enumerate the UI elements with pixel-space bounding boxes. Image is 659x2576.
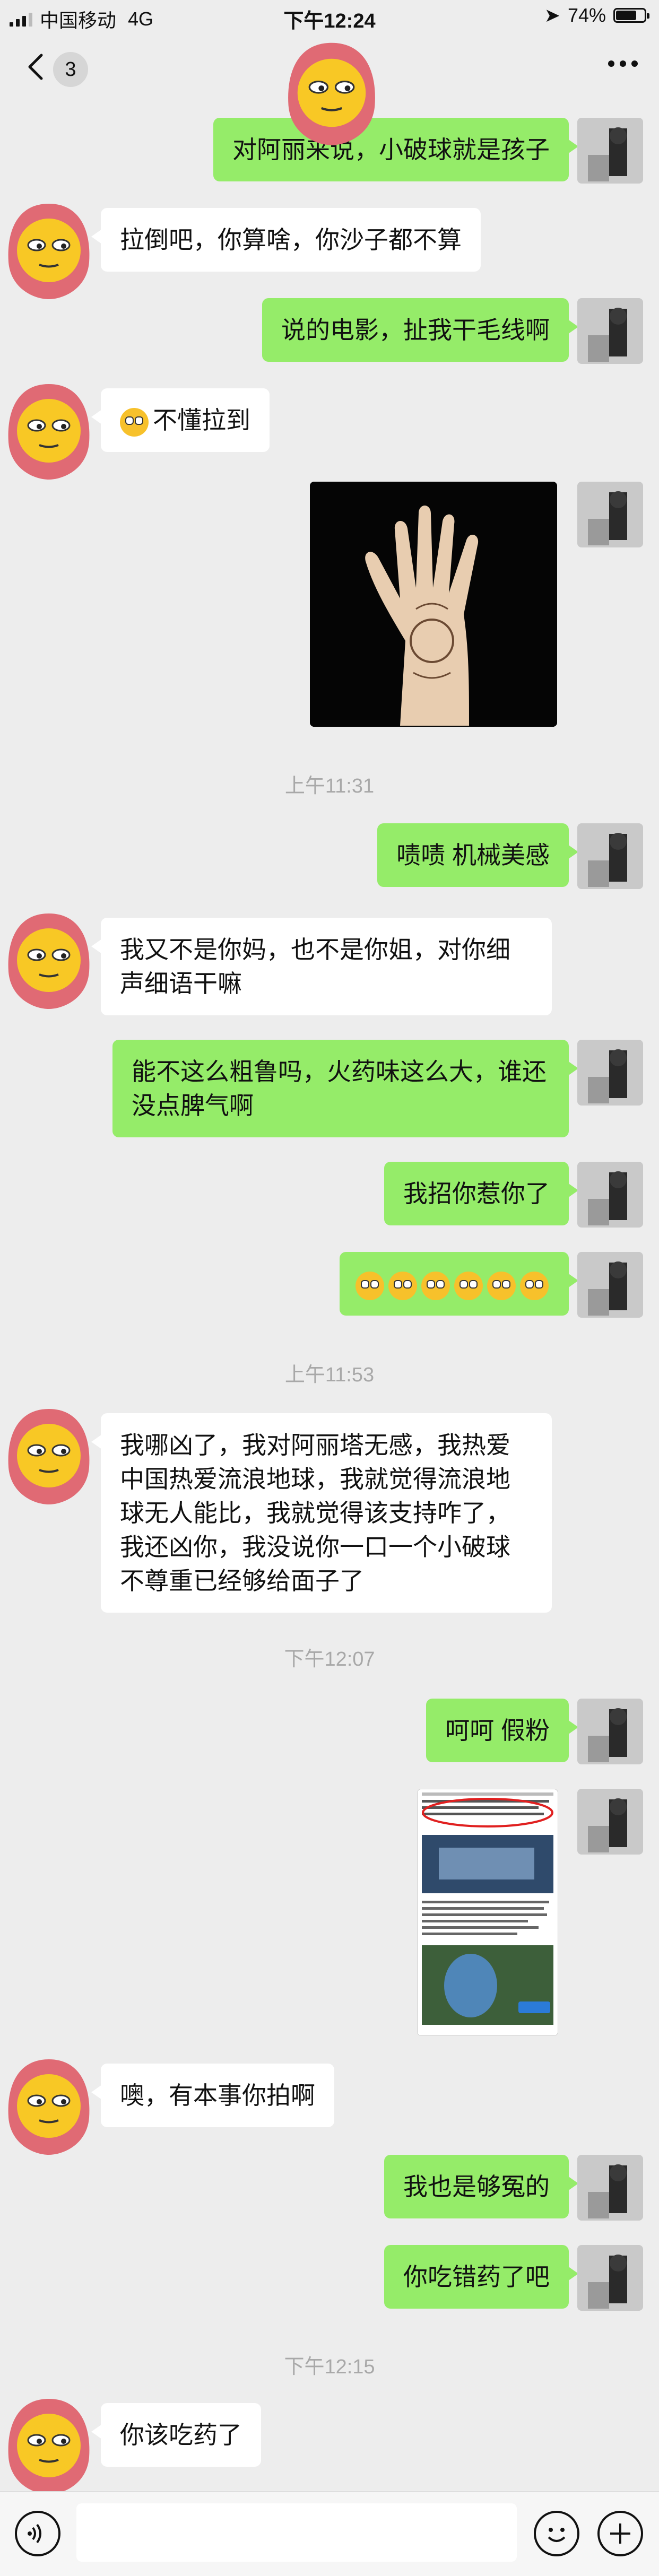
friend-avatar[interactable] (0, 379, 101, 483)
voice-icon[interactable] (15, 2511, 60, 2556)
my-message[interactable]: 能不这么粗鲁吗，火药味这么大，谁还没点脾气啊 (112, 1040, 578, 1137)
friend-message[interactable]: 不懂拉到 (91, 388, 270, 452)
my-message[interactable]: 我也是够冤的 (384, 2155, 578, 2218)
shared-photo-hand[interactable] (310, 482, 557, 727)
battery-percent: 74% (567, 4, 606, 26)
pouting-emoji-icon (487, 1271, 516, 1300)
input-bar (0, 2491, 659, 2576)
shared-article-screenshot[interactable] (417, 1789, 558, 2036)
rolling-eyes-emoji-icon (120, 407, 149, 437)
my-avatar[interactable] (577, 1252, 643, 1318)
my-message[interactable]: 呵呵 假粉 (426, 1699, 578, 1762)
battery-icon (613, 8, 649, 23)
friend-message[interactable]: 噢，有本事你拍啊 (91, 2064, 334, 2127)
my-avatar[interactable] (577, 482, 643, 547)
emoji-icon[interactable] (534, 2511, 579, 2556)
friend-avatar[interactable] (0, 2394, 101, 2497)
friend-avatar[interactable] (0, 908, 101, 1012)
my-message[interactable]: 说的电影，扯我干毛线啊 (262, 298, 578, 362)
friend-avatar[interactable] (0, 2054, 101, 2158)
my-avatar[interactable] (577, 1789, 643, 1855)
my-avatar[interactable] (577, 823, 643, 889)
friend-message-text: 不懂拉到 (153, 406, 250, 434)
my-avatar[interactable] (577, 118, 643, 184)
pouting-emoji-icon (454, 1271, 483, 1300)
friend-avatar[interactable] (0, 198, 101, 302)
pouting-emoji-icon (355, 1271, 384, 1300)
floating-friend-avatar (276, 37, 387, 149)
more-icon[interactable] (608, 60, 638, 67)
friend-message[interactable]: 你该吃药了 (91, 2403, 261, 2467)
my-avatar[interactable] (577, 1699, 643, 1764)
unread-badge[interactable]: 3 (53, 52, 88, 87)
my-avatar[interactable] (577, 1162, 643, 1228)
pouting-emoji-icon (520, 1271, 549, 1300)
my-avatar[interactable] (577, 1040, 643, 1106)
friend-avatar[interactable] (0, 1404, 101, 1508)
my-message[interactable]: 啧啧 机械美感 (377, 823, 578, 887)
my-avatar[interactable] (577, 2245, 643, 2311)
my-message[interactable]: 对阿丽来说，小破球就是孩子 (213, 118, 578, 181)
pouting-emoji-icon (388, 1271, 417, 1300)
timestamp: 上午11:53 (284, 1364, 375, 1386)
friend-message[interactable]: 我哪凶了，我对阿丽塔无感，我热爱中国热爱流浪地球，我就觉得流浪地球无人能比，我就… (91, 1413, 552, 1613)
plus-icon[interactable] (597, 2511, 643, 2556)
my-avatar[interactable] (577, 2155, 643, 2221)
friend-message[interactable]: 我又不是你妈，也不是你姐，对你细声细语干嘛 (91, 918, 552, 1015)
my-avatar[interactable] (577, 298, 643, 364)
my-emoji-message[interactable] (340, 1252, 578, 1316)
my-message[interactable]: 我招你惹你了 (384, 1162, 578, 1225)
message-input[interactable] (76, 2503, 517, 2562)
back-arrow-icon[interactable] (21, 51, 53, 83)
friend-message[interactable]: 拉倒吧，你算啥，你沙子都不算 (91, 208, 481, 272)
status-bar: 中国移动 4G 下午12:24 ➤ 74% (0, 0, 659, 33)
pouting-emoji-icon (421, 1271, 450, 1300)
location-icon: ➤ (544, 4, 560, 26)
my-message[interactable]: 你吃错药了吧 (384, 2245, 578, 2309)
timestamp: 下午12:15 (284, 2356, 375, 2378)
timestamp: 下午12:07 (284, 1648, 375, 1670)
timestamp: 上午11:31 (284, 775, 375, 797)
